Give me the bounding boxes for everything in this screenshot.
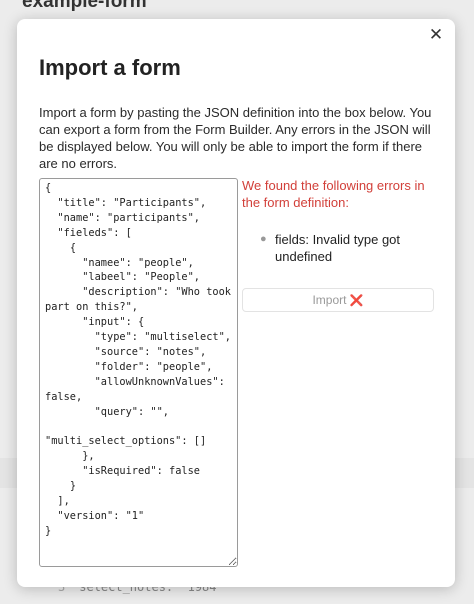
modal-description: Import a form by pasting the JSON defini… [39, 105, 432, 171]
errors-title: We found the following errors in the for… [242, 178, 425, 210]
import-label: Import [312, 293, 347, 307]
bullet-icon: ● [260, 233, 267, 245]
close-icon[interactable]: ✕ [425, 24, 447, 46]
import-form-modal: ✕ Import a form Import a form by pasting… [17, 19, 455, 587]
cross-mark-icon: ❌ [349, 294, 364, 307]
error-text: fields: Invalid type got undefined [275, 232, 401, 264]
modal-title: Import a form [39, 55, 181, 80]
error-list: ● fields: Invalid type got undefined [242, 231, 460, 265]
background-title: example-form [22, 0, 147, 12]
error-item: ● fields: Invalid type got undefined [260, 231, 460, 265]
json-input[interactable]: { "title": "Participants", "name": "part… [39, 178, 238, 567]
import-button[interactable]: Import ❌ [242, 288, 434, 312]
